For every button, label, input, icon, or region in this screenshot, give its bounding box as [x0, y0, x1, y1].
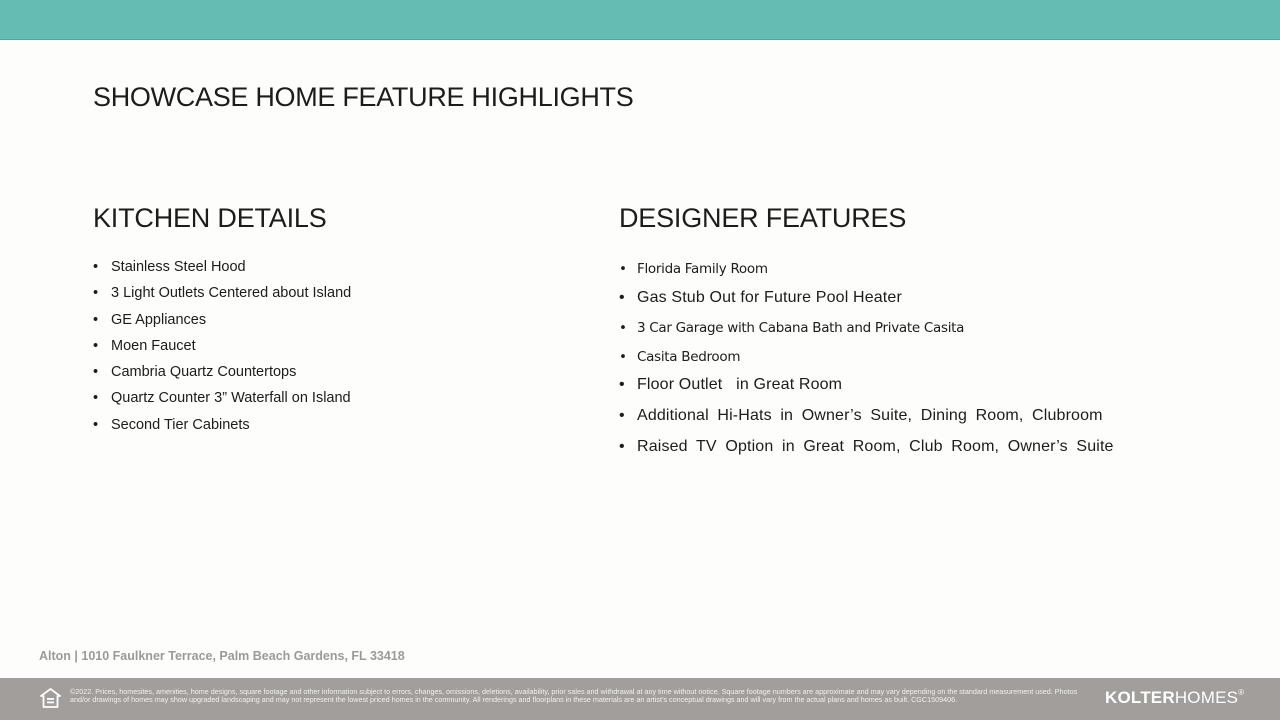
- list-item: 3 Car Garage with Cabana Bath and Privat…: [619, 318, 1239, 347]
- equal-housing-icon: [40, 688, 61, 709]
- designer-features-list: Florida Family Room Gas Stub Out for Fut…: [619, 259, 1239, 467]
- kitchen-details-list: Stainless Steel Hood 3 Light Outlets Cen…: [93, 258, 573, 442]
- kolter-homes-logo: KOLTERHOMES®: [1105, 688, 1244, 708]
- list-item: GE Appliances: [93, 311, 573, 337]
- list-item: Additional Hi-Hats in Owner’s Suite, Din…: [619, 406, 1239, 437]
- registered-mark: ®: [1238, 688, 1245, 697]
- designer-features-section: DESIGNER FEATURES Florida Family Room Ga…: [619, 203, 1239, 467]
- list-item: Second Tier Cabinets: [93, 416, 573, 442]
- list-item: Floor Outlet in Great Room: [619, 375, 1239, 406]
- list-item: Stainless Steel Hood: [93, 258, 573, 284]
- brand-name-light: HOMES: [1174, 688, 1239, 707]
- brand-name-bold: KOLTER: [1105, 688, 1175, 707]
- list-item: Florida Family Room: [619, 259, 1239, 288]
- list-item: Quartz Counter 3” Waterfall on Island: [93, 389, 573, 415]
- list-item: 3 Light Outlets Centered about Island: [93, 284, 573, 310]
- footer-bar: ©2022. Prices, homesites, amenities, hom…: [0, 678, 1280, 720]
- list-item: Casita Bedroom: [619, 347, 1239, 376]
- top-accent-band: [0, 0, 1280, 40]
- kitchen-details-heading: KITCHEN DETAILS: [93, 203, 327, 233]
- page-title: SHOWCASE HOME FEATURE HIGHLIGHTS: [93, 82, 634, 112]
- list-item: Cambria Quartz Countertops: [93, 363, 573, 389]
- property-address: Alton | 1010 Faulkner Terrace, Palm Beac…: [39, 649, 405, 663]
- kitchen-details-section: KITCHEN DETAILS Stainless Steel Hood 3 L…: [93, 203, 573, 442]
- list-item: Raised TV Option in Great Room, Club Roo…: [619, 437, 1239, 468]
- designer-features-heading: DESIGNER FEATURES: [619, 203, 907, 233]
- list-item: Moen Faucet: [93, 337, 573, 363]
- list-item: Gas Stub Out for Future Pool Heater: [619, 288, 1239, 319]
- legal-disclaimer: ©2022. Prices, homesites, amenities, hom…: [70, 688, 1078, 705]
